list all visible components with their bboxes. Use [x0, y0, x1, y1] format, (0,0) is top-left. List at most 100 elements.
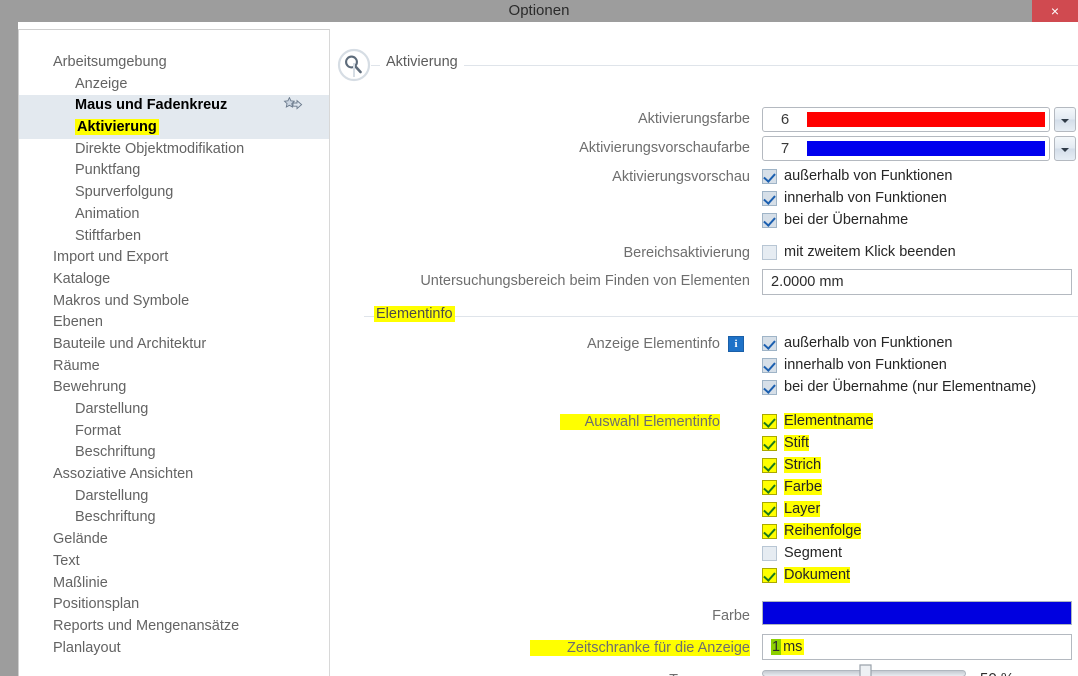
- sidebar-item-arbeitsumgebung[interactable]: Arbeitsumgebung: [19, 52, 329, 74]
- sidebar-item-darstellung[interactable]: Darstellung: [19, 399, 329, 421]
- anzeige-elementinfo-option[interactable]: bei der Übernahme (nur Elementname): [762, 379, 1036, 395]
- aktivierungsvorschau-checkbox[interactable]: [762, 213, 777, 228]
- sidebar-item-ma-linie[interactable]: Maßlinie: [19, 573, 329, 595]
- sidebar-item-label: Makros und Symbole: [53, 293, 189, 309]
- anzeige-elementinfo-option-label: innerhalb von Funktionen: [784, 357, 947, 373]
- auswahl-elementinfo-option[interactable]: Dokument: [762, 567, 850, 583]
- slider-thumb[interactable]: [859, 664, 872, 676]
- group-connector-line: [353, 63, 355, 77]
- sidebar-item-reports-und-mengenans-tze[interactable]: Reports und Mengenansätze: [19, 616, 329, 638]
- sidebar-item-kataloge[interactable]: Kataloge: [19, 269, 329, 291]
- sidebar-item-animation[interactable]: Animation: [19, 204, 329, 226]
- sidebar-item-bewehrung[interactable]: Bewehrung: [19, 377, 329, 399]
- anzeige-elementinfo-option-label: bei der Übernahme (nur Elementname): [784, 379, 1036, 395]
- aktivierungsvorschau-label: Aktivierungsvorschau: [470, 169, 750, 185]
- sidebar-item-planlayout[interactable]: Planlayout: [19, 638, 329, 660]
- sidebar-item-ebenen[interactable]: Ebenen: [19, 312, 329, 334]
- sidebar-item-stiftfarben[interactable]: Stiftfarben: [19, 226, 329, 248]
- sidebar-item-format[interactable]: Format: [19, 421, 329, 443]
- bereichsaktivierung-checkbox[interactable]: [762, 245, 777, 260]
- auswahl-elementinfo-checkbox[interactable]: [762, 414, 777, 429]
- sidebar-item-assoziative-ansichten[interactable]: Assoziative Ansichten: [19, 464, 329, 486]
- sidebar-item-label: Ebenen: [53, 314, 103, 330]
- zeitschranke-label: Zeitschranke für die Anzeige: [530, 640, 750, 656]
- group2-divider-line: [364, 316, 1078, 317]
- farbe-color-field[interactable]: [762, 601, 1072, 625]
- aktivierungsfarbe-label: Aktivierungsfarbe: [470, 111, 750, 127]
- auswahl-elementinfo-option[interactable]: Farbe: [762, 479, 822, 495]
- sidebar-item-label: Anzeige: [75, 76, 127, 92]
- aktivierungsvorschaufarbe-swatch: [807, 141, 1045, 156]
- sidebar-item-r-ume[interactable]: Räume: [19, 356, 329, 378]
- sidebar-item-gel-nde[interactable]: Gelände: [19, 529, 329, 551]
- aktivierungsvorschau-option[interactable]: außerhalb von Funktionen: [762, 168, 952, 184]
- auswahl-elementinfo-option[interactable]: Strich: [762, 457, 821, 473]
- auswahl-elementinfo-checkbox[interactable]: [762, 568, 777, 583]
- auswahl-elementinfo-checkbox[interactable]: [762, 524, 777, 539]
- aktivierungsfarbe-dropdown-button[interactable]: [1054, 107, 1076, 132]
- star-arrow-icon[interactable]: [283, 97, 303, 114]
- auswahl-elementinfo-option[interactable]: Stift: [762, 435, 809, 451]
- aktivierungsfarbe-combo[interactable]: 6: [762, 107, 1050, 132]
- sidebar-item-maus-und-fadenkreuz[interactable]: Maus und Fadenkreuz: [19, 95, 329, 117]
- group-title-aktivierung: Aktivierung: [380, 54, 464, 70]
- auswahl-elementinfo-checkbox[interactable]: [762, 502, 777, 517]
- anzeige-elementinfo-checkbox[interactable]: [762, 380, 777, 395]
- auswahl-elementinfo-checkbox[interactable]: [762, 480, 777, 495]
- aktivierungsvorschau-checkbox[interactable]: [762, 169, 777, 184]
- anzeige-elementinfo-checkbox[interactable]: [762, 336, 777, 351]
- auswahl-elementinfo-option[interactable]: Segment: [762, 545, 842, 561]
- aktivierungsvorschau-checkbox[interactable]: [762, 191, 777, 206]
- sidebar-item-label: Spurverfolgung: [75, 184, 173, 200]
- anzeige-elementinfo-checkbox[interactable]: [762, 358, 777, 373]
- sidebar-item-spurverfolgung[interactable]: Spurverfolgung: [19, 182, 329, 204]
- sidebar-item-import-und-export[interactable]: Import und Export: [19, 247, 329, 269]
- zeitschranke-input[interactable]: 1ms: [762, 634, 1072, 660]
- auswahl-elementinfo-option-label: Stift: [784, 435, 809, 451]
- group-divider-line: [371, 65, 1078, 66]
- sidebar-item-beschriftung[interactable]: Beschriftung: [19, 507, 329, 529]
- sidebar-item-bauteile-und-architektur[interactable]: Bauteile und Architektur: [19, 334, 329, 356]
- transparenz-value: 50 %: [980, 670, 1014, 676]
- info-icon[interactable]: i: [728, 336, 744, 352]
- aktivierungsvorschaufarbe-value: 7: [763, 140, 807, 157]
- sidebar-item-direkte-objektmodifikation[interactable]: Direkte Objektmodifikation: [19, 139, 329, 161]
- sidebar-item-label: Aktivierung: [75, 119, 159, 135]
- auswahl-elementinfo-option[interactable]: Reihenfolge: [762, 523, 861, 539]
- sidebar-item-label: Direkte Objektmodifikation: [75, 141, 244, 157]
- aktivierungsvorschaufarbe-label: Aktivierungsvorschaufarbe: [430, 140, 750, 156]
- sidebar-item-label: Arbeitsumgebung: [53, 54, 167, 70]
- sidebar-item-label: Import und Export: [53, 249, 168, 265]
- sidebar-item-aktivierung[interactable]: Aktivierung: [19, 117, 329, 139]
- bereichsaktivierung-option[interactable]: mit zweitem Klick beenden: [762, 244, 956, 260]
- transparenz-slider[interactable]: [762, 663, 972, 676]
- auswahl-elementinfo-checkbox[interactable]: [762, 436, 777, 451]
- group-header-aktivierung: Aktivierung: [330, 48, 1078, 82]
- auswahl-elementinfo-option[interactable]: Layer: [762, 501, 820, 517]
- zeitschranke-value: 1: [771, 639, 781, 655]
- auswahl-elementinfo-checkbox[interactable]: [762, 458, 777, 473]
- aktivierungsvorschau-option[interactable]: innerhalb von Funktionen: [762, 190, 947, 206]
- sidebar-item-punktfang[interactable]: Punktfang: [19, 160, 329, 182]
- anzeige-elementinfo-option[interactable]: außerhalb von Funktionen: [762, 335, 952, 351]
- aktivierungsvorschaufarbe-dropdown-button[interactable]: [1054, 136, 1076, 161]
- untersuchungsbereich-label: Untersuchungsbereich beim Finden von Ele…: [340, 273, 750, 289]
- auswahl-elementinfo-checkbox[interactable]: [762, 546, 777, 561]
- sidebar-item-text[interactable]: Text: [19, 551, 329, 573]
- sidebar-item-darstellung[interactable]: Darstellung: [19, 486, 329, 508]
- aktivierungsvorschau-option[interactable]: bei der Übernahme: [762, 212, 908, 228]
- sidebar-item-makros-und-symbole[interactable]: Makros und Symbole: [19, 291, 329, 313]
- close-button[interactable]: ×: [1032, 0, 1078, 22]
- auswahl-elementinfo-option-label: Strich: [784, 457, 821, 473]
- sidebar-item-beschriftung[interactable]: Beschriftung: [19, 442, 329, 464]
- sidebar-item-anzeige[interactable]: Anzeige: [19, 74, 329, 96]
- anzeige-elementinfo-option[interactable]: innerhalb von Funktionen: [762, 357, 947, 373]
- sidebar-item-positionsplan[interactable]: Positionsplan: [19, 594, 329, 616]
- anzeige-elementinfo-option-label: außerhalb von Funktionen: [784, 335, 952, 351]
- settings-sidebar: Arbeitsumgebung Anzeige Maus und Fadenkreu…: [18, 29, 330, 676]
- auswahl-elementinfo-option-label: Reihenfolge: [784, 523, 861, 539]
- aktivierungsvorschaufarbe-combo[interactable]: 7: [762, 136, 1050, 161]
- sidebar-item-label: Beschriftung: [75, 444, 156, 460]
- untersuchungsbereich-input[interactable]: 2.0000 mm: [762, 269, 1072, 295]
- auswahl-elementinfo-option[interactable]: Elementname: [762, 413, 873, 429]
